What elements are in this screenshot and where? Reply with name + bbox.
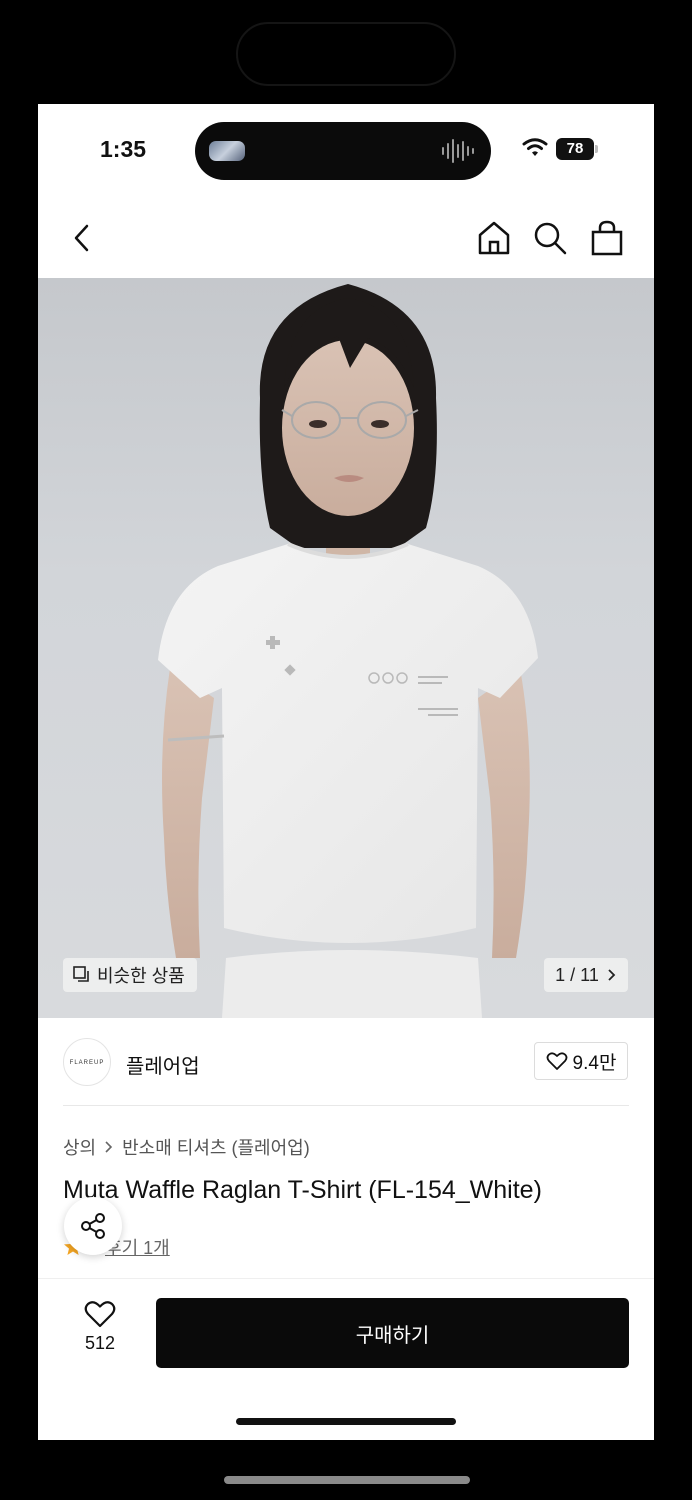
battery-icon: 78: [556, 138, 600, 160]
now-playing-thumbnail: [209, 141, 245, 161]
share-button[interactable]: [64, 1197, 122, 1255]
similar-products-label: 비슷한 상품: [97, 966, 185, 986]
model-photo: [158, 284, 538, 1018]
wifi-icon: [522, 138, 548, 156]
top-navigation: [38, 204, 654, 276]
outer-home-indicator: [224, 1476, 470, 1484]
brand-logo[interactable]: FLAREUP: [63, 1038, 111, 1086]
wishlist-button[interactable]: 512: [78, 1300, 122, 1354]
wishlist-count: 512: [84, 1333, 116, 1353]
bottom-bar-divider: [38, 1278, 654, 1279]
brand-name[interactable]: 플레어업: [126, 1050, 200, 1079]
back-arrow-icon[interactable]: [70, 222, 94, 254]
home-icon[interactable]: [476, 220, 512, 256]
image-pager[interactable]: 1 / 11: [544, 958, 628, 992]
section-divider: [63, 1105, 629, 1106]
brand-like-count: 9.4만: [572, 1052, 617, 1074]
battery-level: 78: [556, 138, 594, 160]
breadcrumb: 상의 반소매 티셔츠 (플레어업): [63, 1134, 310, 1160]
heart-icon: [546, 1052, 567, 1070]
product-image[interactable]: 비슷한 상품 1 / 11: [38, 278, 654, 1018]
share-icon: [81, 1213, 105, 1239]
breadcrumb-subcategory[interactable]: 반소매 티셔츠 (플레어업): [122, 1134, 310, 1160]
buy-button[interactable]: 구매하기: [156, 1298, 629, 1368]
page-indicator: 1 / 11: [555, 964, 599, 985]
dynamic-island[interactable]: [195, 122, 491, 180]
shopping-bag-icon[interactable]: [590, 219, 624, 257]
home-indicator[interactable]: [236, 1418, 456, 1425]
status-time: 1:35: [100, 136, 147, 162]
chevron-right-icon: [608, 969, 616, 981]
status-bar: 1:35 78: [38, 104, 654, 200]
brand-like-button[interactable]: 9.4만: [534, 1042, 628, 1080]
breadcrumb-category[interactable]: 상의: [63, 1134, 96, 1160]
search-icon[interactable]: [532, 220, 568, 256]
battery-tip: [595, 145, 598, 153]
chevron-right-icon: [105, 1141, 113, 1153]
camera-cutout: [236, 22, 456, 86]
audio-wave-icon: [442, 139, 474, 163]
product-title: Muta Waffle Raglan T-Shirt (FL-154_White…: [63, 1176, 542, 1204]
similar-products-button[interactable]: 비슷한 상품: [63, 958, 197, 992]
heart-icon: [84, 1301, 116, 1328]
phone-screen: 1:35 78 비슷한 상품 1 / 11 FLAREUP 플레어업 9.4만 …: [38, 104, 654, 1440]
brand-row: FLAREUP 플레어업 9.4만: [38, 1018, 654, 1106]
copy-icon: [73, 966, 89, 982]
